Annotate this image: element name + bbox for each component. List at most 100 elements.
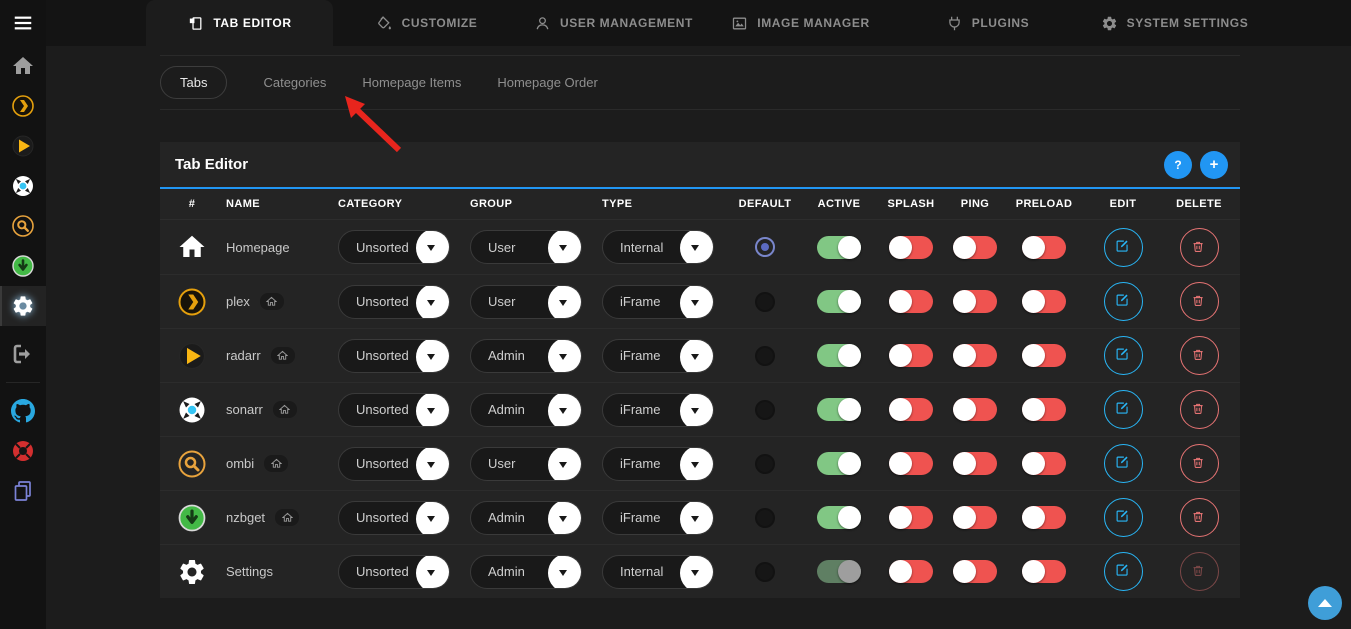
edit-button[interactable]	[1104, 498, 1143, 537]
top-tab-plugins[interactable]: PLUGINS	[894, 0, 1081, 46]
select-category[interactable]: Unsorted	[338, 285, 450, 319]
top-tab-tab-editor[interactable]: TAB EDITOR	[146, 0, 333, 46]
delete-button[interactable]	[1180, 228, 1219, 267]
default-radio[interactable]	[755, 400, 775, 420]
toggle-ping[interactable]	[953, 344, 997, 367]
toggle-knob	[953, 452, 976, 475]
edit-button[interactable]	[1104, 336, 1143, 375]
toggle-splash[interactable]	[889, 452, 933, 475]
default-radio[interactable]	[755, 292, 775, 312]
top-tab-user-management[interactable]: USER MANAGEMENT	[520, 0, 707, 46]
select-category[interactable]: Unsorted	[338, 230, 450, 264]
default-radio[interactable]	[755, 508, 775, 528]
sidebar-item-sonarr[interactable]	[0, 166, 46, 206]
sidebar-item-ombi[interactable]	[0, 206, 46, 246]
subnav-item-homepage-order[interactable]: Homepage Order	[497, 75, 597, 90]
toggle-splash[interactable]	[889, 344, 933, 367]
sidebar-item-support[interactable]	[0, 431, 46, 471]
select-category[interactable]: Unsorted	[338, 339, 450, 373]
delete-button[interactable]	[1180, 336, 1219, 375]
select-group[interactable]: Admin	[470, 339, 582, 373]
toggle-active[interactable]	[817, 506, 861, 529]
select-type[interactable]: iFrame	[602, 393, 714, 427]
toggle-ping[interactable]	[953, 290, 997, 313]
toggle-active[interactable]	[817, 344, 861, 367]
edit-button[interactable]	[1104, 552, 1143, 591]
sidebar-item-home[interactable]	[0, 46, 46, 86]
select-group[interactable]: User	[470, 447, 582, 481]
add-tab-button[interactable]: +	[1200, 151, 1228, 179]
toggle-preload[interactable]	[1022, 236, 1066, 259]
select-type[interactable]: iFrame	[602, 285, 714, 319]
cell-type: iFrame	[596, 501, 728, 535]
sidebar-item-settings[interactable]	[0, 286, 46, 326]
cell-type: Internal	[596, 230, 728, 264]
select-group[interactable]: User	[470, 285, 582, 319]
radarr-icon	[177, 341, 207, 371]
toggle-preload[interactable]	[1022, 344, 1066, 367]
edit-button[interactable]	[1104, 228, 1143, 267]
sidebar-item-docs[interactable]	[0, 471, 46, 511]
trash-icon	[1191, 347, 1208, 364]
top-tab-system-settings[interactable]: SYSTEM SETTINGS	[1081, 0, 1268, 46]
select-category[interactable]: Unsorted	[338, 393, 450, 427]
subnav-item-homepage-items[interactable]: Homepage Items	[362, 75, 461, 90]
toggle-preload[interactable]	[1022, 290, 1066, 313]
sidebar-item-nzbget[interactable]	[0, 246, 46, 286]
select-group[interactable]: User	[470, 230, 582, 264]
edit-button[interactable]	[1104, 282, 1143, 321]
toggle-preload[interactable]	[1022, 506, 1066, 529]
help-button[interactable]: ?	[1164, 151, 1192, 179]
toggle-preload[interactable]	[1022, 398, 1066, 421]
delete-button[interactable]	[1180, 444, 1219, 483]
delete-button[interactable]	[1180, 390, 1219, 429]
subnav-item-categories[interactable]: Categories	[263, 75, 326, 90]
sidebar-item-logout[interactable]	[0, 334, 46, 374]
default-radio[interactable]	[755, 346, 775, 366]
sidebar-item-radarr[interactable]	[0, 126, 46, 166]
delete-button[interactable]	[1180, 498, 1219, 537]
toggle-splash[interactable]	[889, 290, 933, 313]
select-type[interactable]: iFrame	[602, 339, 714, 373]
scroll-to-top-button[interactable]	[1308, 586, 1342, 620]
toggle-preload[interactable]	[1022, 452, 1066, 475]
sidebar-item-plex[interactable]	[0, 86, 46, 126]
toggle-preload[interactable]	[1022, 560, 1066, 583]
top-tab-customize[interactable]: CUSTOMIZE	[333, 0, 520, 46]
toggle-splash[interactable]	[889, 560, 933, 583]
select-type[interactable]: Internal	[602, 230, 714, 264]
cell-delete	[1162, 498, 1236, 537]
select-type[interactable]: iFrame	[602, 501, 714, 535]
select-type[interactable]: Internal	[602, 555, 714, 589]
edit-button[interactable]	[1104, 444, 1143, 483]
toggle-ping[interactable]	[953, 452, 997, 475]
toggle-splash[interactable]	[889, 398, 933, 421]
default-radio[interactable]	[755, 562, 775, 582]
default-radio[interactable]	[755, 237, 775, 257]
toggle-active[interactable]	[817, 452, 861, 475]
select-group[interactable]: Admin	[470, 393, 582, 427]
toggle-active[interactable]	[817, 236, 861, 259]
select-group[interactable]: Admin	[470, 501, 582, 535]
select-category[interactable]: Unsorted	[338, 447, 450, 481]
select-category[interactable]: Unsorted	[338, 501, 450, 535]
select-category[interactable]: Unsorted	[338, 555, 450, 589]
sidebar-item-github[interactable]	[0, 391, 46, 431]
delete-button[interactable]	[1180, 282, 1219, 321]
toggle-active[interactable]	[817, 398, 861, 421]
select-group[interactable]: Admin	[470, 555, 582, 589]
edit-button[interactable]	[1104, 390, 1143, 429]
cell-category: Unsorted	[332, 285, 464, 319]
toggle-ping[interactable]	[953, 560, 997, 583]
top-tab-image-manager[interactable]: IMAGE MANAGER	[707, 0, 894, 46]
toggle-ping[interactable]	[953, 236, 997, 259]
toggle-active[interactable]	[817, 290, 861, 313]
default-radio[interactable]	[755, 454, 775, 474]
toggle-splash[interactable]	[889, 236, 933, 259]
subnav-item-tabs[interactable]: Tabs	[160, 66, 227, 99]
select-type[interactable]: iFrame	[602, 447, 714, 481]
toggle-ping[interactable]	[953, 506, 997, 529]
toggle-splash[interactable]	[889, 506, 933, 529]
toggle-ping[interactable]	[953, 398, 997, 421]
sidebar-item-menu[interactable]	[0, 0, 46, 46]
